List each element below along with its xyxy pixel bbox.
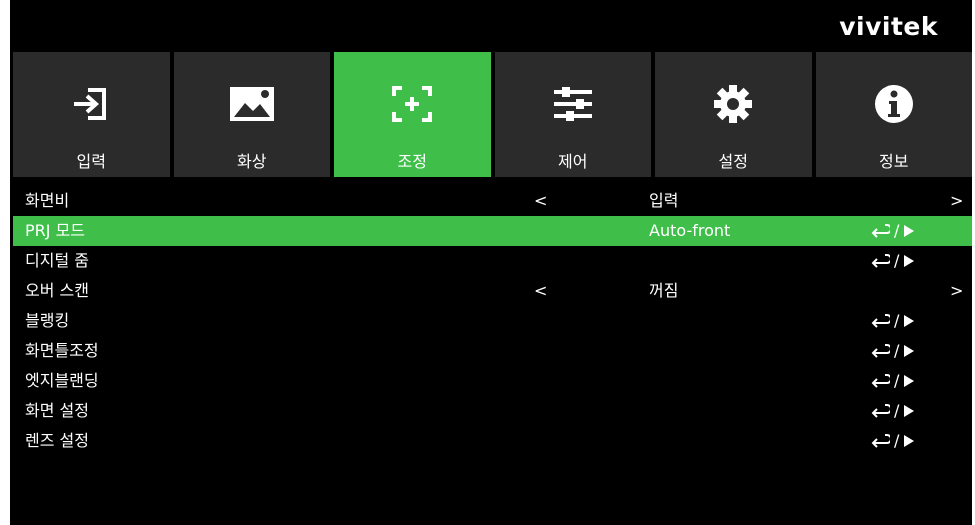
separator-text: / — [894, 371, 900, 390]
tab-input[interactable]: 입력 — [13, 52, 170, 177]
menu-item-label: 오버 스캔 — [25, 281, 89, 300]
tab-label: 입력 — [76, 152, 106, 171]
menu-item-digital-zoom[interactable]: 디지털 줌 / — [13, 246, 972, 276]
enter-icon — [871, 434, 890, 448]
separator-text: / — [894, 341, 900, 360]
enter-icon — [871, 404, 890, 418]
gear-icon — [655, 77, 812, 131]
menu-item-aspect-ratio[interactable]: 화면비 < 입력 > — [13, 186, 972, 216]
play-arrow-icon — [904, 435, 915, 447]
play-arrow-icon — [904, 255, 915, 267]
menu-item-label: PRJ 모드 — [25, 221, 86, 240]
left-arrow-icon[interactable]: < — [534, 186, 547, 216]
info-icon — [816, 77, 973, 131]
enter-icon — [871, 374, 890, 388]
enter-icon — [871, 224, 890, 238]
tab-info[interactable]: 정보 — [815, 52, 973, 177]
enter-action[interactable]: / — [870, 336, 915, 366]
right-arrow-icon[interactable]: > — [950, 276, 963, 306]
menu-item-prj-mode[interactable]: PRJ 모드 Auto-front / — [13, 216, 972, 246]
tab-label: 정보 — [879, 152, 909, 171]
play-arrow-icon — [904, 405, 915, 417]
enter-action[interactable]: / — [870, 246, 915, 276]
play-arrow-icon — [904, 375, 915, 387]
enter-icon — [871, 254, 890, 268]
right-arrow-icon[interactable]: > — [950, 186, 963, 216]
tab-adjust[interactable]: 조정 — [334, 52, 491, 177]
menu-item-value: 입력 — [649, 191, 679, 210]
separator-text: / — [894, 251, 900, 270]
vivitek-logo: vivitek — [839, 12, 938, 41]
play-arrow-icon — [904, 345, 915, 357]
input-icon — [13, 77, 170, 131]
enter-icon — [871, 314, 890, 328]
left-arrow-icon[interactable]: < — [534, 276, 547, 306]
enter-action[interactable]: / — [870, 366, 915, 396]
menu-item-blanking[interactable]: 블랭킹 / — [13, 306, 972, 336]
menu-item-value: 꺼짐 — [649, 281, 679, 300]
menu-item-label: 엣지블랜딩 — [25, 371, 99, 390]
menu-item-screen-settings[interactable]: 화면 설정 / — [13, 396, 972, 426]
tab-label: 설정 — [718, 152, 748, 171]
menu-item-frame-adjust[interactable]: 화면틀조정 / — [13, 336, 972, 366]
separator-text: / — [894, 221, 900, 240]
tab-settings[interactable]: 설정 — [655, 52, 812, 177]
enter-action[interactable]: / — [870, 306, 915, 336]
enter-action[interactable]: / — [870, 426, 915, 456]
separator-text: / — [894, 311, 900, 330]
enter-action[interactable]: / — [870, 216, 915, 246]
menu-item-label: 화면비 — [25, 191, 70, 210]
enter-action[interactable]: / — [870, 396, 915, 426]
tab-label: 조정 — [397, 152, 427, 171]
tab-label: 제어 — [558, 152, 588, 171]
play-arrow-icon — [904, 225, 915, 237]
adjust-icon — [334, 77, 491, 131]
tab-image[interactable]: 화상 — [173, 52, 331, 177]
main-tab-bar: 입력 화상 조정 제어 설정 정보 — [13, 52, 972, 177]
menu-item-edge-blending[interactable]: 엣지블랜딩 / — [13, 366, 972, 396]
menu-item-label: 화면 설정 — [25, 401, 89, 420]
menu-item-overscan[interactable]: 오버 스캔 < 꺼짐 > — [13, 276, 972, 306]
menu-item-label: 블랭킹 — [25, 311, 70, 330]
sliders-icon — [495, 77, 652, 131]
menu-item-lens-settings[interactable]: 렌즈 설정 / — [13, 426, 972, 456]
play-arrow-icon — [904, 315, 915, 327]
menu-item-value: Auto-front — [649, 221, 731, 240]
enter-icon — [871, 344, 890, 358]
menu-item-label: 렌즈 설정 — [25, 431, 89, 450]
menu-item-label: 디지털 줌 — [25, 251, 89, 270]
separator-text: / — [894, 401, 900, 420]
tab-label: 화상 — [237, 152, 267, 171]
menu-item-label: 화면틀조정 — [25, 341, 99, 360]
tab-control[interactable]: 제어 — [494, 52, 652, 177]
image-icon — [174, 77, 331, 131]
adjust-menu-list: 화면비 < 입력 > PRJ 모드 Auto-front / 디지털 줌 / 오… — [13, 186, 972, 456]
separator-text: / — [894, 431, 900, 450]
